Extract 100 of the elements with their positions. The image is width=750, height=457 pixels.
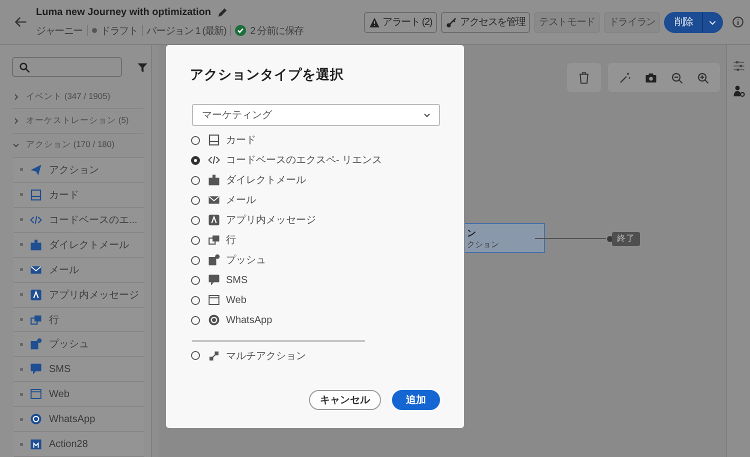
zoom-in-icon[interactable] (697, 72, 709, 84)
option-label[interactable]: アプリ内メッセージ (226, 213, 316, 227)
cancel-button[interactable]: キャンセル (309, 390, 381, 410)
phone-notification-icon (30, 338, 42, 350)
status-label: ドラフト (100, 24, 138, 38)
chat-bubble-icon (30, 363, 42, 376)
palette-item[interactable]: メール (14, 258, 144, 283)
check-circle-icon (235, 25, 246, 36)
item-label: コードベースのエ... (49, 214, 138, 227)
zoom-out-icon[interactable] (671, 72, 683, 84)
drag-handle-icon (20, 168, 23, 172)
item-label: アクション (49, 164, 99, 177)
filter-icon[interactable] (137, 62, 148, 72)
drag-handle-icon (20, 418, 23, 421)
item-label: 行 (49, 314, 59, 327)
back-arrow-icon[interactable] (14, 15, 28, 29)
connector-line (535, 238, 606, 239)
person-settings-icon[interactable] (732, 85, 744, 97)
delete-button[interactable]: 削除 (664, 12, 703, 32)
code-icon (208, 154, 220, 166)
option-label[interactable]: カード (226, 133, 256, 147)
drag-handle-icon (20, 368, 23, 371)
dropdown-button[interactable] (702, 12, 723, 32)
chevron-down-icon (423, 111, 431, 119)
item-label: Web (49, 388, 70, 400)
card-icon (30, 188, 42, 201)
envelope-icon (208, 194, 220, 206)
version-label: バージョン 1 (最新) (146, 24, 226, 38)
drag-handle-icon (20, 442, 23, 446)
category-header[interactable]: イベント (347 / 1905) (26, 90, 110, 103)
journey-type: ジャーニー (36, 24, 83, 38)
channel-dropdown[interactable]: マーケティング (192, 104, 440, 126)
radio-button[interactable] (191, 136, 200, 144)
drag-handle-icon (20, 342, 23, 346)
drag-handle-icon (20, 193, 23, 196)
search-field[interactable] (12, 57, 122, 77)
app-message-icon (30, 288, 42, 301)
radio-button[interactable] (191, 296, 200, 304)
radio-button[interactable] (191, 316, 200, 324)
paper-plane-icon (30, 164, 42, 176)
alert-button[interactable]: アラート (2) (364, 12, 437, 32)
overlapping-windows-icon (208, 234, 220, 246)
item-label: メール (49, 264, 79, 277)
item-label: アプリ内メッセージ (49, 288, 139, 302)
sliders-icon[interactable] (732, 60, 744, 72)
option-label[interactable]: Web (226, 294, 246, 306)
overlapping-windows-icon (30, 314, 42, 326)
phone-notification-icon (208, 254, 220, 266)
drag-handle-icon (20, 392, 23, 396)
radio-button[interactable] (191, 236, 200, 244)
radio-button[interactable] (191, 176, 200, 184)
magic-wand-icon[interactable] (619, 72, 631, 84)
trash-icon[interactable] (578, 72, 590, 84)
category-header[interactable]: アクション (170 / 180) (26, 139, 114, 152)
palette-item[interactable]: アプリ内メッセージ (14, 282, 144, 308)
status-dot-icon (92, 28, 97, 33)
saved-status: 2 分前に保存 (250, 24, 304, 38)
radio-button[interactable] (191, 351, 200, 360)
add-button[interactable]: 追加 (392, 390, 440, 410)
camera-icon[interactable] (645, 72, 657, 84)
manage-access-button[interactable]: アクセスを管理 (440, 12, 530, 32)
palette-item[interactable]: 行 (14, 308, 144, 332)
action-node[interactable]: ン クション (465, 223, 545, 253)
radio-button[interactable] (191, 196, 200, 204)
custom-action-icon (30, 438, 42, 450)
envelope-icon (30, 264, 42, 276)
warning-icon (368, 16, 380, 28)
option-label[interactable]: プッシュ (226, 253, 266, 267)
item-label: SMS (49, 364, 71, 375)
drag-handle-icon (20, 243, 23, 246)
option-label[interactable]: 行 (226, 233, 236, 247)
drag-handle-icon (20, 293, 23, 296)
browser-window-icon (30, 388, 42, 400)
radio-button[interactable] (191, 216, 200, 224)
category-header[interactable]: オーケストレーション (5) (26, 115, 129, 128)
pencil-icon (217, 6, 228, 18)
dialog-title: アクションタイプを選択 (190, 66, 345, 84)
journey-title: Luma new Journey with optimization (36, 6, 212, 18)
radio-button[interactable] (191, 256, 200, 264)
option-label[interactable]: マルチアクション (226, 348, 306, 362)
mailbox-icon (30, 238, 42, 251)
item-label: カード (49, 188, 79, 202)
chat-circle-icon (30, 413, 42, 426)
option-label[interactable]: SMS (226, 274, 248, 286)
item-label: ダイレクトメール (49, 238, 129, 252)
chat-circle-icon (208, 314, 220, 326)
browser-window-icon (208, 294, 220, 306)
code-icon (30, 214, 42, 226)
mailbox-icon (208, 174, 220, 186)
option-label[interactable]: ダイレクトメール (226, 173, 306, 187)
item-label: プッシュ (49, 338, 89, 352)
option-label[interactable]: WhatsApp (226, 314, 272, 326)
drag-handle-icon (20, 268, 23, 272)
option-label[interactable]: メール (226, 193, 256, 207)
radio-button[interactable] (191, 156, 200, 164)
item-label: WhatsApp (49, 414, 96, 425)
radio-button[interactable] (191, 276, 200, 284)
item-label: Action28 (49, 438, 88, 450)
drag-handle-icon (20, 218, 23, 222)
option-label[interactable]: コードベースのエクスペ- リエンス (226, 153, 382, 167)
